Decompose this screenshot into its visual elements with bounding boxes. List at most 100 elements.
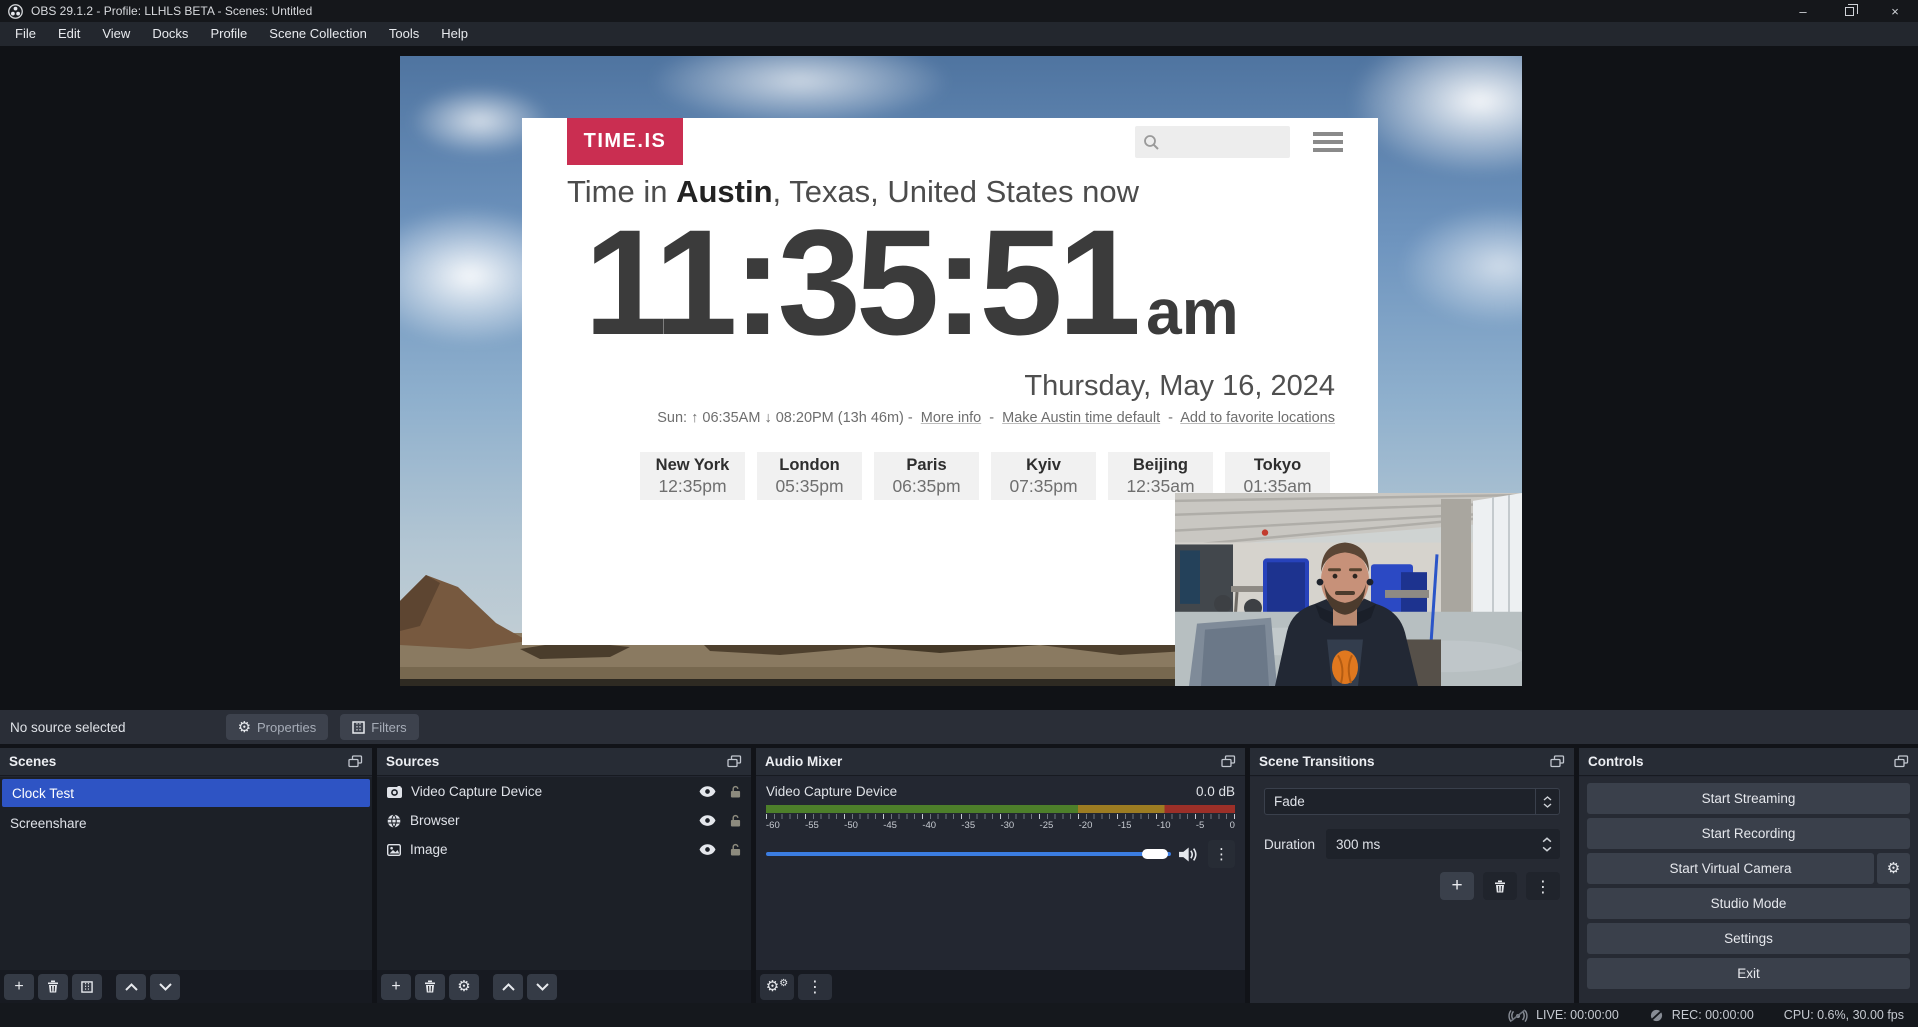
city-box-paris[interactable]: Paris 06:35pm: [874, 452, 979, 500]
make-default-link[interactable]: Make Austin time default: [1002, 410, 1160, 426]
chevron-up-icon: [125, 983, 138, 991]
menu-profile[interactable]: Profile: [199, 22, 258, 46]
transition-select-arrows[interactable]: [1535, 789, 1559, 814]
virtual-camera-settings-button[interactable]: ⚙: [1877, 853, 1910, 884]
transition-select[interactable]: Fade: [1264, 788, 1560, 815]
chevron-down-icon: [536, 983, 549, 991]
add-transition-button[interactable]: +: [1440, 872, 1474, 900]
spin-up-icon[interactable]: [1542, 837, 1552, 843]
sun-times: Sun: ↑ 06:35AM ↓ 08:20PM (13h 46m) -: [657, 410, 913, 426]
duration-spinbox[interactable]: 300 ms: [1326, 829, 1560, 859]
add-scene-button[interactable]: +: [4, 974, 34, 1000]
digital-clock: 11:35:51: [584, 204, 1136, 362]
source-properties-button[interactable]: ⚙: [449, 974, 479, 1000]
menu-tools[interactable]: Tools: [378, 22, 430, 46]
source-item-video-capture[interactable]: Video Capture Device: [377, 777, 751, 806]
minimize-button[interactable]: –: [1780, 0, 1826, 22]
start-recording-button[interactable]: Start Recording: [1587, 818, 1910, 849]
move-source-up-button[interactable]: [493, 974, 523, 1000]
scene-transitions-header[interactable]: Scene Transitions: [1250, 748, 1574, 776]
sources-panel-header[interactable]: Sources: [377, 748, 751, 776]
filters-button[interactable]: Filters: [340, 714, 418, 740]
exit-button[interactable]: Exit: [1587, 958, 1910, 989]
volume-slider[interactable]: [766, 848, 1171, 860]
window-controls: – ×: [1780, 0, 1918, 22]
transition-properties-button[interactable]: ⋮: [1526, 872, 1560, 900]
timeis-search-box[interactable]: [1135, 126, 1290, 158]
menu-docks[interactable]: Docks: [141, 22, 199, 46]
close-button[interactable]: ×: [1872, 0, 1918, 22]
add-source-button[interactable]: +: [381, 974, 411, 1000]
controls-header[interactable]: Controls: [1579, 748, 1918, 776]
mixer-channel-menu-button[interactable]: ⋮: [1208, 840, 1235, 868]
studio-mode-button[interactable]: Studio Mode: [1587, 888, 1910, 919]
move-source-down-button[interactable]: [527, 974, 557, 1000]
scene-item-screenshare[interactable]: Screenshare: [0, 809, 372, 838]
properties-button[interactable]: ⚙ Properties: [226, 714, 329, 740]
speaker-icon[interactable]: [1179, 847, 1198, 862]
program-canvas[interactable]: TIME.IS Time in Austin, Texas, United St…: [400, 56, 1522, 686]
restore-button[interactable]: [1826, 0, 1872, 22]
preview-area: TIME.IS Time in Austin, Texas, United St…: [0, 46, 1918, 710]
meter-tick-marks: [766, 814, 1235, 819]
popout-icon[interactable]: [727, 755, 742, 768]
window-title: OBS 29.1.2 - Profile: LLHLS BETA - Scene…: [31, 4, 312, 18]
popout-icon[interactable]: [1894, 755, 1909, 768]
lock-icon[interactable]: [730, 814, 741, 827]
move-scene-up-button[interactable]: [116, 974, 146, 1000]
mixer-db-value: 0.0 dB: [1196, 784, 1235, 799]
add-favorite-link[interactable]: Add to favorite locations: [1180, 410, 1335, 426]
record-inactive-icon: [1649, 1008, 1664, 1023]
city-box-london[interactable]: London 05:35pm: [757, 452, 862, 500]
more-info-link[interactable]: More info: [921, 410, 981, 426]
source-item-image[interactable]: Image: [377, 835, 751, 864]
timeis-logo[interactable]: TIME.IS: [567, 118, 683, 165]
sun-info-line: Sun: ↑ 06:35AM ↓ 08:20PM (13h 46m) - Mor…: [657, 410, 1335, 426]
lock-icon[interactable]: [730, 785, 741, 798]
start-virtual-camera-button[interactable]: Start Virtual Camera: [1587, 853, 1874, 884]
filters-icon: [81, 981, 93, 993]
lock-icon[interactable]: [730, 843, 741, 856]
double-gear-icon: ⚙⚙: [766, 979, 788, 994]
city-box-new-york[interactable]: New York 12:35pm: [640, 452, 745, 500]
scenes-panel-header[interactable]: Scenes: [0, 748, 372, 776]
move-scene-down-button[interactable]: [150, 974, 180, 1000]
obs-logo-icon: [8, 4, 23, 19]
popout-icon[interactable]: [1221, 755, 1236, 768]
sources-list: Video Capture Device: [377, 777, 751, 1003]
city-box-kyiv[interactable]: Kyiv 07:35pm: [991, 452, 1096, 500]
audio-mixer-header[interactable]: Audio Mixer: [756, 748, 1245, 776]
eye-icon[interactable]: [699, 786, 716, 797]
advanced-audio-button[interactable]: ⚙⚙: [760, 974, 794, 1000]
start-streaming-button[interactable]: Start Streaming: [1587, 783, 1910, 814]
webcam-overlay[interactable]: [1175, 493, 1522, 686]
hamburger-menu-icon[interactable]: [1313, 132, 1343, 152]
menu-view[interactable]: View: [91, 22, 141, 46]
remove-source-button[interactable]: [415, 974, 445, 1000]
remove-transition-button[interactable]: [1483, 872, 1517, 900]
source-item-browser[interactable]: Browser: [377, 806, 751, 835]
menu-file[interactable]: File: [4, 22, 47, 46]
remove-scene-button[interactable]: [38, 974, 68, 1000]
scene-transitions-panel: Scene Transitions Fade Duration 3: [1250, 748, 1574, 1003]
trash-icon: [424, 980, 436, 993]
eye-icon[interactable]: [699, 815, 716, 826]
controls-panel: Controls Start Streaming Start Recording…: [1579, 748, 1918, 1003]
settings-button[interactable]: Settings: [1587, 923, 1910, 954]
menu-scene-collection[interactable]: Scene Collection: [258, 22, 378, 46]
menu-edit[interactable]: Edit: [47, 22, 91, 46]
eye-icon[interactable]: [699, 844, 716, 855]
popout-icon[interactable]: [348, 755, 363, 768]
scene-item-clock-test[interactable]: Clock Test: [2, 779, 370, 807]
audio-mixer-panel: Audio Mixer Video Capture Device 0.0 dB …: [756, 748, 1245, 1003]
volume-slider-handle[interactable]: [1142, 849, 1168, 859]
popout-icon[interactable]: [1550, 755, 1565, 768]
sources-panel-title: Sources: [386, 754, 439, 769]
obs-window: OBS 29.1.2 - Profile: LLHLS BETA - Scene…: [0, 0, 1918, 1027]
image-icon: [387, 844, 401, 856]
scene-filters-button[interactable]: [72, 974, 102, 1000]
rec-status: REC: 00:00:00: [1649, 1008, 1754, 1023]
menu-help[interactable]: Help: [430, 22, 479, 46]
mixer-menu-button[interactable]: ⋮: [798, 974, 832, 1000]
spin-down-icon[interactable]: [1542, 846, 1552, 852]
